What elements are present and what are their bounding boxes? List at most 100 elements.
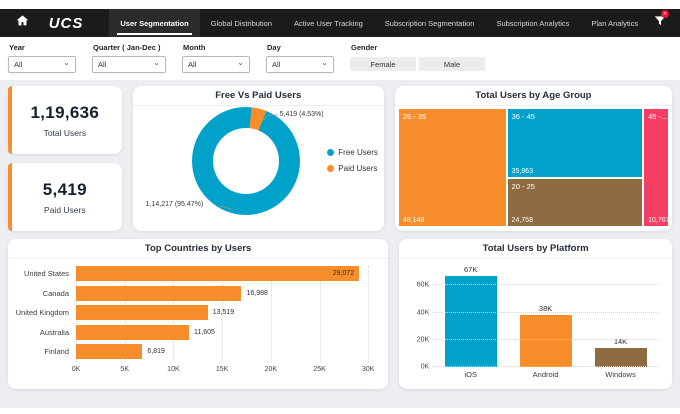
filter-day: Day All ⌄ — [266, 41, 334, 80]
bar-value-label: 13,519 — [213, 309, 234, 316]
gridline — [433, 312, 658, 313]
bar-row: Finland6,819 — [14, 342, 368, 362]
month-dropdown[interactable]: All ⌄ — [182, 56, 250, 73]
treemap-cell-value: 48,148 — [403, 217, 424, 224]
column-value-label: 67K — [464, 265, 477, 274]
home-icon — [16, 14, 29, 32]
column-bar[interactable] — [595, 348, 647, 367]
column-slots: 67K38K14K — [433, 265, 658, 367]
treemap-cell[interactable]: 36 - 45 35,963 — [508, 109, 643, 177]
quarter-dropdown[interactable]: All ⌄ — [92, 56, 166, 73]
bar-value-label: 11,605 — [194, 329, 215, 336]
column-bar[interactable] — [445, 276, 497, 367]
column-bar[interactable] — [520, 315, 572, 367]
gender-male-button[interactable]: Male — [419, 57, 485, 71]
bar-row: United States 29,072 — [14, 264, 368, 284]
legend-dot — [327, 165, 334, 172]
tab-active-user-tracking[interactable]: Active User Tracking — [283, 9, 374, 37]
year-dropdown[interactable]: All ⌄ — [8, 56, 76, 73]
bar-category-label: Canada — [14, 289, 76, 298]
bar-category-label: Finland — [14, 347, 76, 356]
legend-dot — [327, 149, 334, 156]
treemap-cell-label: 36 - 45 — [512, 112, 535, 121]
chevron-down-icon: ⌄ — [153, 60, 160, 66]
gender-female-button[interactable]: Female — [350, 57, 416, 71]
bar-track: 29,072 — [76, 266, 368, 281]
day-dropdown[interactable]: All ⌄ — [266, 56, 334, 73]
filter-row: Year All ⌄ Quarter ( Jan-Dec ) All ⌄ Mon… — [0, 37, 680, 80]
chart-title: Total Users by Platform — [399, 239, 672, 259]
gridline — [433, 366, 658, 367]
bar[interactable] — [76, 344, 142, 359]
bar-value-label: 29,072 — [333, 270, 354, 277]
kpi-value: 1,19,636 — [31, 103, 100, 123]
y-axis-tick: 0K — [405, 364, 429, 371]
bar[interactable]: 29,072 — [76, 266, 359, 281]
free-vs-paid-card: Free Vs Paid Users 5,419 (4.53%) 1,14,21… — [133, 86, 384, 231]
column-category-label: iOS — [445, 370, 497, 379]
filters-button[interactable]: ✕ — [649, 14, 670, 33]
bar[interactable] — [76, 325, 189, 340]
treemap-column: 45 -...10,767 — [644, 109, 668, 226]
treemap-cell-value: 10,767 — [648, 217, 669, 224]
column-cats: iOS Android Windows — [433, 370, 658, 379]
age-group-card: Total Users by Age Group 26 - 3548,14836… — [395, 86, 672, 231]
treemap-cell-value: 35,963 — [512, 168, 533, 175]
bar[interactable] — [76, 305, 208, 320]
treemap-cell[interactable]: 20 - 2524,758 — [508, 179, 643, 226]
kpi-total-users: 1,19,636 Total Users — [8, 86, 122, 154]
gridline — [433, 284, 658, 285]
column-category-label: Windows — [595, 370, 647, 379]
x-axis-tick: 5K — [120, 366, 129, 373]
dropdown-value: All — [14, 60, 22, 69]
filter-month: Month All ⌄ — [182, 41, 250, 80]
tab-plan-analytics[interactable]: Plan Analytics — [580, 9, 649, 37]
legend-item-paid-users[interactable]: Paid Users — [327, 164, 378, 173]
bar-track: 13,519 — [76, 305, 368, 320]
y-axis-tick: 40K — [405, 309, 429, 316]
column-plot: 0K20K40K60K 67K38K14K — [433, 265, 658, 367]
donut-label-paid: 5,419 (4.53%) — [280, 111, 324, 118]
bar-category-label: United States — [14, 269, 76, 278]
filter-label: Quarter ( Jan-Dec ) — [93, 43, 166, 52]
window-top-strip — [0, 0, 680, 9]
dropdown-value: All — [188, 60, 196, 69]
bar[interactable] — [76, 286, 241, 301]
bar-category-label: United Kingdom — [14, 308, 76, 317]
bar-value-label: 16,988 — [246, 290, 267, 297]
filter-label: Month — [183, 43, 250, 52]
tab-subscription-segmentation[interactable]: Subscription Segmentation — [374, 9, 486, 37]
bar-rows: United States 29,072 Canada 16,988 United Ki… — [14, 264, 368, 362]
legend-item-free-users[interactable]: Free Users — [327, 148, 378, 157]
home-button[interactable] — [10, 14, 35, 32]
top-nav-bar: UCS User Segmentation Global Distributio… — [0, 9, 680, 37]
chart-title: Free Vs Paid Users — [133, 86, 384, 106]
tab-subscription-analytics[interactable]: Subscription Analytics — [485, 9, 580, 37]
kpi-value: 5,419 — [43, 180, 87, 200]
treemap-cell-value: 24,758 — [512, 217, 533, 224]
x-axis-tick: 20K — [265, 366, 277, 373]
bar-xaxis: 0K5K10K15K20K25K30K — [76, 362, 368, 375]
filter-label: Gender — [351, 43, 485, 52]
bar-chart: United States 29,072 Canada 16,988 United Ki… — [8, 259, 388, 375]
column-category-label: Android — [520, 370, 572, 379]
gridline — [368, 266, 369, 362]
filter-gender: Gender Female Male — [350, 41, 485, 80]
treemap-cell-label: 26 - 35 — [403, 112, 426, 121]
treemap-column: 36 - 45 35,963 20 - 2524,758 — [508, 109, 643, 226]
filter-label: Year — [9, 43, 76, 52]
tab-user-segmentation[interactable]: User Segmentation — [109, 9, 199, 37]
tab-global-distribution[interactable]: Global Distribution — [200, 9, 283, 37]
x-axis-tick: 15K — [216, 366, 228, 373]
filter-badge: ✕ — [661, 10, 669, 18]
legend-label: Paid Users — [338, 164, 377, 173]
treemap-cell[interactable]: 45 -...10,767 — [644, 109, 668, 226]
y-axis-tick: 60K — [405, 282, 429, 289]
x-axis-tick: 25K — [313, 366, 325, 373]
chevron-down-icon: ⌄ — [63, 60, 70, 66]
bar-row: Australia 11,605 — [14, 323, 368, 343]
treemap-cell[interactable]: 26 - 35 48,148 — [399, 109, 506, 226]
gridline — [433, 339, 658, 340]
donut-label-free: 1,14,217 (95.47%) — [146, 201, 204, 208]
bar-category-label: Australia — [14, 328, 76, 337]
